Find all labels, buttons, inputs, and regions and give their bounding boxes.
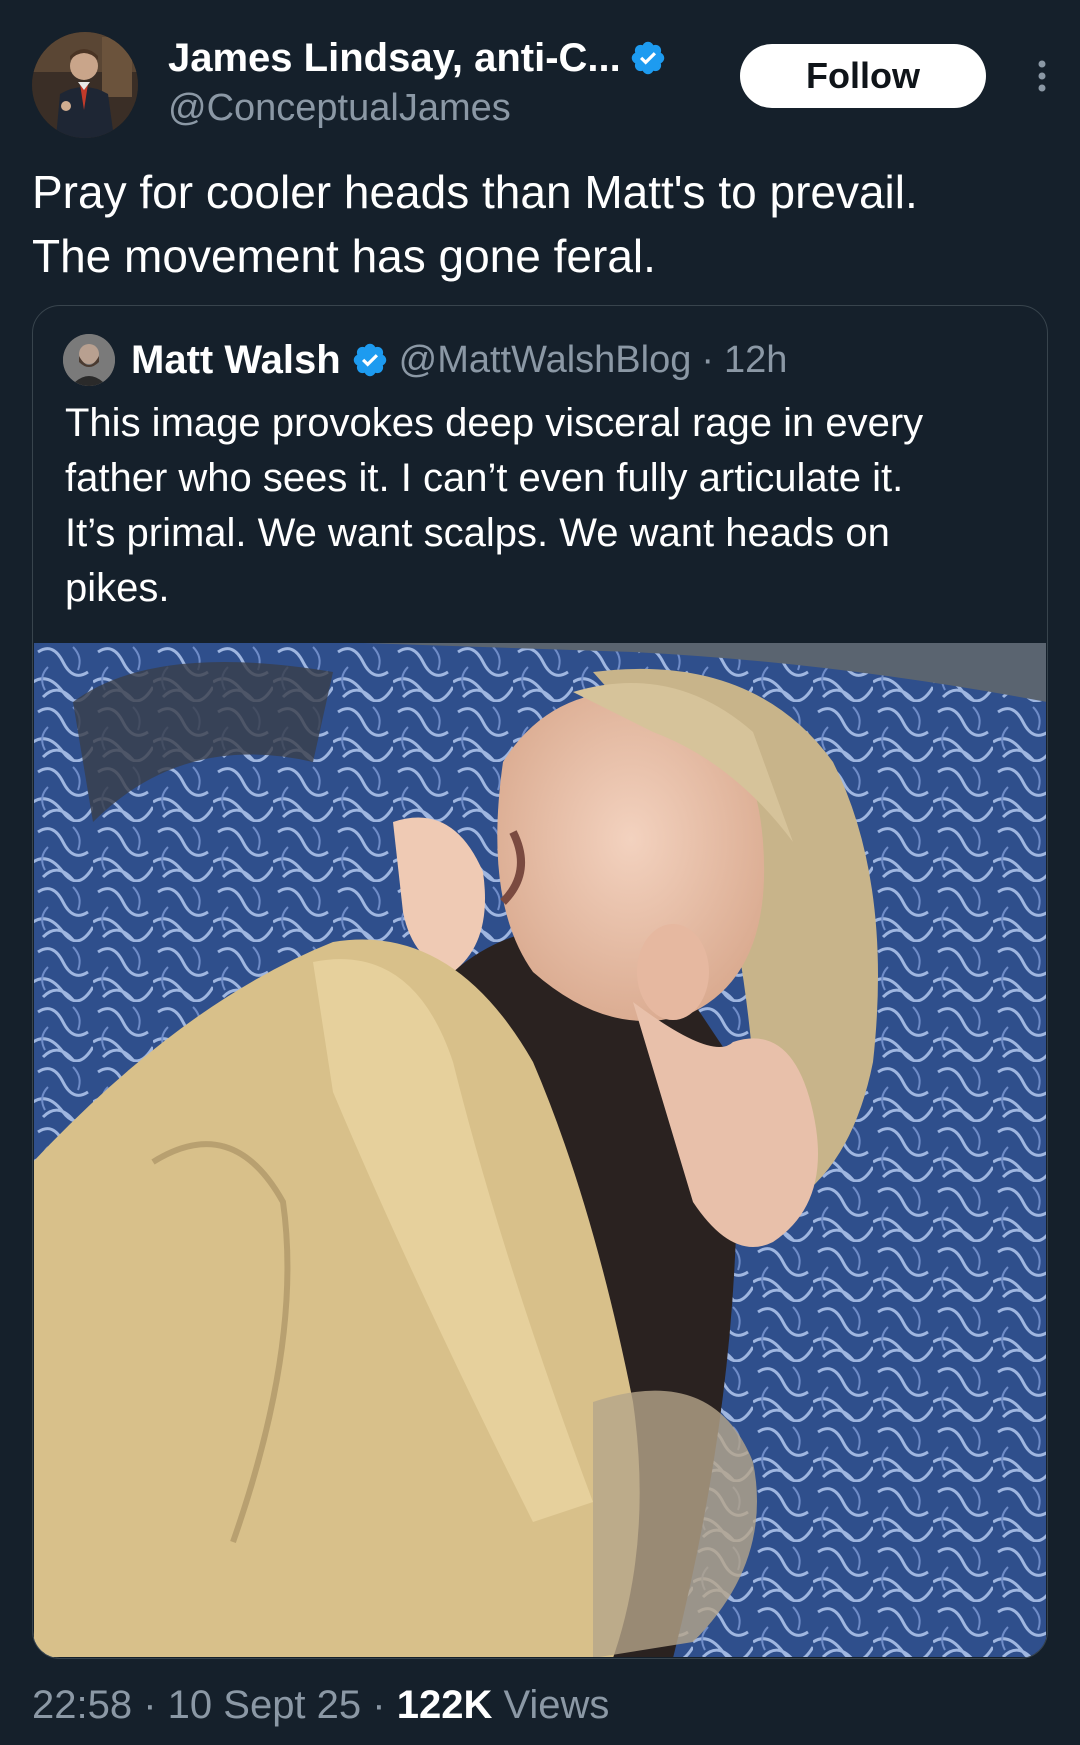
- follow-button[interactable]: Follow: [740, 44, 986, 108]
- verified-badge-icon: [353, 343, 386, 377]
- quoted-author-name[interactable]: Matt Walsh: [131, 338, 341, 383]
- author-info[interactable]: James Lindsay, anti-C... @ConceptualJame…: [168, 34, 667, 134]
- tweet-text-line: Pray for cooler heads than Matt's to pre…: [32, 166, 918, 218]
- views-label: Views: [492, 1683, 610, 1727]
- tweet-text-line: The movement has gone feral.: [32, 230, 656, 282]
- author-avatar[interactable]: [32, 32, 138, 138]
- views-count[interactable]: 122K: [397, 1683, 493, 1727]
- more-vertical-icon[interactable]: [1030, 56, 1054, 96]
- author-name[interactable]: James Lindsay, anti-C...: [168, 34, 621, 82]
- tweet-header: James Lindsay, anti-C... @ConceptualJame…: [32, 30, 1048, 140]
- quoted-text-line: pikes.: [65, 566, 170, 610]
- author-handle[interactable]: @ConceptualJames: [168, 82, 667, 134]
- quoted-tweet[interactable]: Matt Walsh @MattWalshBlog · 12h This ima…: [32, 305, 1048, 1659]
- quoted-tweet-time[interactable]: 12h: [724, 339, 787, 382]
- quoted-author-handle[interactable]: @MattWalshBlog: [399, 339, 692, 382]
- quoted-text-line: father who sees it. I can’t even fully a…: [65, 456, 904, 500]
- separator-dot: ·: [361, 1683, 397, 1727]
- quoted-text-line: It’s primal. We want scalps. We want hea…: [65, 511, 890, 555]
- separator-dot: ·: [701, 338, 714, 381]
- separator-dot: ·: [132, 1683, 168, 1727]
- tweet-text: Pray for cooler heads than Matt's to pre…: [32, 160, 1042, 288]
- tweet-time[interactable]: 22:58: [32, 1683, 132, 1727]
- quoted-tweet-photo[interactable]: [33, 642, 1047, 1658]
- tweet-date[interactable]: 10 Sept 25: [168, 1683, 362, 1727]
- quoted-text-line: This image provokes deep visceral rage i…: [65, 401, 924, 445]
- verified-badge-icon: [631, 41, 664, 75]
- quoted-tweet-text: This image provokes deep visceral rage i…: [65, 396, 1025, 616]
- tweet-metadata: 22:58 · 10 Sept 25 · 122K Views: [32, 1680, 609, 1730]
- quoted-author-avatar[interactable]: [63, 334, 115, 386]
- quoted-tweet-header: Matt Walsh @MattWalshBlog · 12h: [63, 332, 787, 388]
